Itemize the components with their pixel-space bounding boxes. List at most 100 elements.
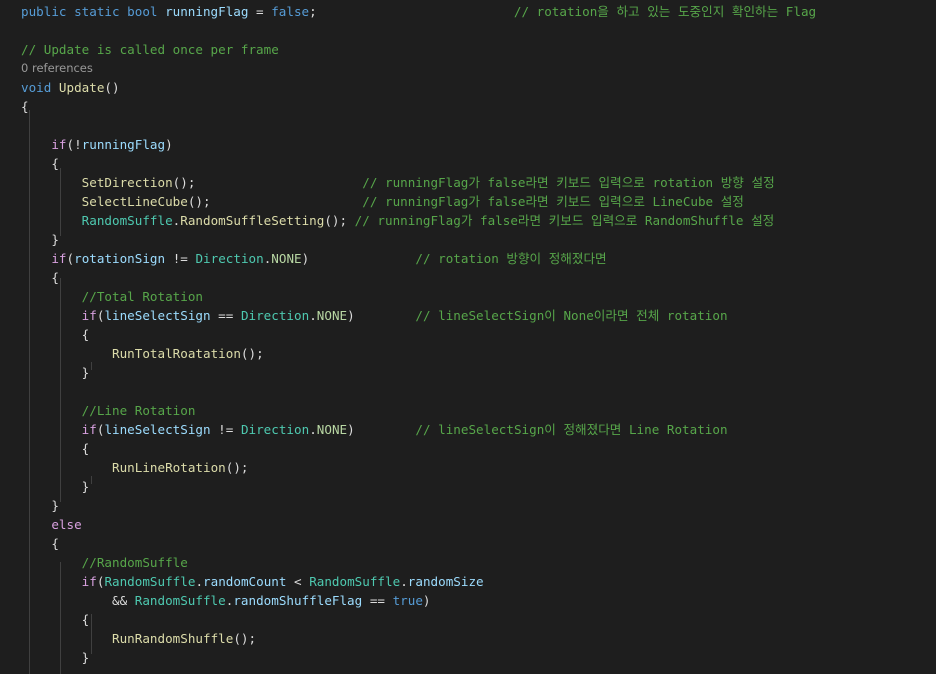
type-name: RandomSuffle	[134, 593, 226, 608]
code-line: SelectLineCube(); // runningFlag가 false라…	[21, 192, 744, 211]
code-line: void Update()	[21, 78, 120, 97]
code-text: .	[309, 422, 317, 437]
code-line: else	[21, 515, 82, 534]
code-line: }	[21, 230, 59, 249]
code-text: ;	[309, 4, 317, 19]
control-keyword-token: if	[81, 308, 97, 323]
code-text: }	[21, 365, 90, 380]
code-line: RandomSuffle.RandomSuffleSetting(); // r…	[21, 211, 775, 230]
method-name: SelectLineCube	[81, 194, 188, 209]
field-name: lineSelectSign	[104, 422, 211, 437]
code-text: {	[21, 270, 59, 285]
field-name: randomCount	[203, 574, 287, 589]
code-text: ();	[324, 213, 355, 228]
code-text: ()	[104, 80, 120, 95]
code-line: }	[21, 477, 90, 496]
type-name: RandomSuffle	[309, 574, 401, 589]
code-text: (	[66, 251, 75, 266]
field-name: randomSize	[407, 574, 484, 589]
field-name: lineSelectSign	[104, 308, 211, 323]
code-text: {	[21, 327, 90, 342]
control-keyword-token: else	[51, 517, 82, 532]
code-line: RunTotalRoatation();	[21, 344, 264, 363]
comment: // runningFlag가 false라면 키보드 입력으로 RandomS…	[354, 213, 775, 228]
code-text: ==	[362, 593, 393, 608]
code-line: if(RandomSuffle.randomCount < RandomSuff…	[21, 572, 484, 591]
enum-member: NONE	[271, 251, 302, 266]
keyword-token: true	[392, 593, 423, 608]
code-line: if(rotationSign != Direction.NONE) // ro…	[21, 249, 606, 268]
code-text: {	[21, 536, 59, 551]
code-line: {	[21, 268, 59, 287]
method-name: SetDirection	[81, 175, 173, 190]
code-line: if(lineSelectSign != Direction.NONE) // …	[21, 420, 728, 439]
code-line: {	[21, 97, 29, 116]
method-name: RunRandomShuffle	[112, 631, 234, 646]
method-name: RunLineRotation	[112, 460, 226, 475]
comment: //Total Rotation	[81, 289, 203, 304]
control-keyword-token: if	[51, 251, 67, 266]
comment: //RandomSuffle	[81, 555, 188, 570]
method-name: RandomSuffleSetting	[180, 213, 325, 228]
comment: //Line Rotation	[81, 403, 196, 418]
code-text: &&	[21, 593, 135, 608]
code-line: if(lineSelectSign == Direction.NONE) // …	[21, 306, 728, 325]
code-text: ();	[240, 346, 264, 361]
type-name: Direction	[240, 308, 310, 323]
code-text: }	[21, 232, 59, 247]
keyword-token: public static bool	[21, 4, 166, 19]
code-line: && RandomSuffle.randomShuffleFlag == tru…	[21, 591, 431, 610]
code-text: ();	[233, 631, 257, 646]
code-text: {	[21, 99, 29, 114]
code-text: }	[21, 498, 59, 513]
code-text: )	[347, 422, 355, 437]
enum-member: NONE	[316, 422, 348, 437]
control-keyword-token: if	[81, 422, 97, 437]
code-text: !=	[210, 422, 241, 437]
code-line: public static bool runningFlag = false; …	[21, 2, 816, 21]
code-line: // Update is called once per frame	[21, 40, 279, 59]
codelens-references[interactable]: 0 references	[21, 59, 93, 78]
control-keyword-token: if	[81, 574, 97, 589]
code-line: //Line Rotation	[21, 401, 196, 420]
code-text: ();	[187, 194, 211, 209]
code-text: !=	[165, 251, 196, 266]
enum-member: NONE	[316, 308, 348, 323]
indent-guide	[91, 476, 92, 484]
field-name: randomShuffleFlag	[233, 593, 363, 608]
comment: // runningFlag가 false라면 키보드 입력으로 rotatio…	[362, 175, 775, 190]
field-name: rotationSign	[74, 251, 166, 266]
method-name: RunTotalRoatation	[112, 346, 241, 361]
code-text: {	[21, 441, 90, 456]
code-text: (!	[66, 137, 82, 152]
code-text: ();	[172, 175, 196, 190]
type-name: RandomSuffle	[81, 213, 173, 228]
field-name: runningFlag	[81, 137, 166, 152]
control-keyword-token: if	[51, 137, 67, 152]
code-editor[interactable]: public static bool runningFlag = false; …	[0, 0, 936, 674]
code-line: //RandomSuffle	[21, 553, 188, 572]
code-text: }	[21, 650, 90, 665]
comment: // rotation을 하고 있는 도중인지 확인하는 Flag	[513, 4, 817, 19]
code-line: SetDirection(); // runningFlag가 false라면 …	[21, 173, 775, 192]
comment: // lineSelectSign이 정해졌다면 Line Rotation	[415, 422, 728, 437]
code-text: ==	[210, 308, 241, 323]
code-line: //Total Rotation	[21, 287, 203, 306]
code-line: RunRandomShuffle();	[21, 629, 256, 648]
type-name: Direction	[195, 251, 264, 266]
